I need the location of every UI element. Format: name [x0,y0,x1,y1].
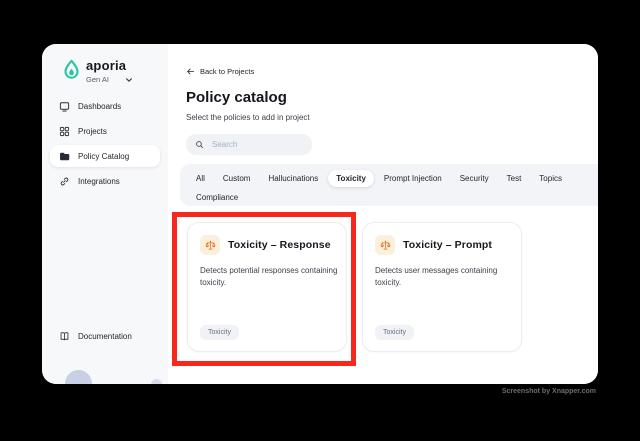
arrow-left-icon [186,67,195,76]
card-tag: Toxicity [375,325,414,340]
book-icon [59,331,70,342]
tab-test[interactable]: Test [499,170,530,187]
tab-security[interactable]: Security [452,170,497,187]
main-content: Back to Projects Policy catalog Select t… [168,44,598,384]
sidebar-footer-label: Documentation [78,332,132,341]
tab-toxicity[interactable]: Toxicity [328,170,374,187]
card-header: Toxicity – Prompt [375,235,509,255]
dashboard-icon [59,101,70,112]
policy-card-toxicity-response[interactable]: Toxicity – Response Detects potential re… [187,222,347,352]
card-description: Detects user messages containing toxicit… [375,266,498,287]
tab-topics[interactable]: Topics [531,170,570,187]
avatar-secondary [151,379,162,384]
page-title: Policy catalog [186,89,287,106]
policy-cards: Toxicity – Response Detects potential re… [187,222,522,352]
policy-card-toxicity-prompt[interactable]: Toxicity – Prompt Detects user messages … [362,222,522,352]
aporia-logo-icon [63,59,80,80]
card-tag: Toxicity [200,325,239,340]
back-link-label: Back to Projects [200,67,255,76]
tab-hallucinations[interactable]: Hallucinations [260,170,326,187]
tab-compliance[interactable]: Compliance [188,189,246,206]
sidebar-item-label: Dashboards [78,101,122,111]
brand-name: aporia [86,58,127,73]
app-window: aporia Gen AI Dashboards Projects Policy… [42,44,598,384]
sidebar-item-label: Policy Catalog [78,151,130,161]
card-header: Toxicity – Response [200,235,334,255]
card-description: Detects potential responses containing t… [200,266,338,287]
chevron-down-icon [125,76,133,84]
tab-all[interactable]: All [188,170,213,187]
workspace-switcher[interactable]: aporia Gen AI [63,59,168,84]
sidebar-nav: Dashboards Projects Policy Catalog Integ… [50,95,160,192]
scales-icon [200,235,220,255]
link-icon [59,176,70,187]
scales-icon [375,235,395,255]
search-input[interactable] [210,139,303,150]
sidebar-item-policy-catalog[interactable]: Policy Catalog [50,145,160,167]
folder-icon [59,151,70,162]
tab-custom[interactable]: Custom [215,170,259,187]
avatar[interactable] [65,370,92,384]
sidebar-item-label: Integrations [78,176,120,186]
search-box[interactable] [186,134,312,155]
back-to-projects-link[interactable]: Back to Projects [186,67,254,76]
screenshot-frame: aporia Gen AI Dashboards Projects Policy… [0,0,640,441]
filter-tabs: All Custom Hallucinations Toxicity Promp… [180,164,598,206]
sidebar-item-integrations[interactable]: Integrations [50,170,160,192]
workspace-name: Gen AI [86,75,109,84]
grid-icon [59,126,70,137]
search-icon [195,140,204,149]
sidebar-item-dashboards[interactable]: Dashboards [50,95,160,117]
sidebar-item-label: Projects [78,126,107,136]
sidebar-item-projects[interactable]: Projects [50,120,160,142]
sidebar: aporia Gen AI Dashboards Projects Policy… [42,44,168,384]
page-subtitle: Select the policies to add in project [186,113,310,122]
sidebar-item-documentation[interactable]: Documentation [59,331,132,342]
card-title: Toxicity – Response [228,239,331,251]
tab-prompt-injection[interactable]: Prompt Injection [376,170,450,187]
watermark-text: Screenshot by Xnapper.com [501,388,596,395]
card-title: Toxicity – Prompt [403,239,493,251]
